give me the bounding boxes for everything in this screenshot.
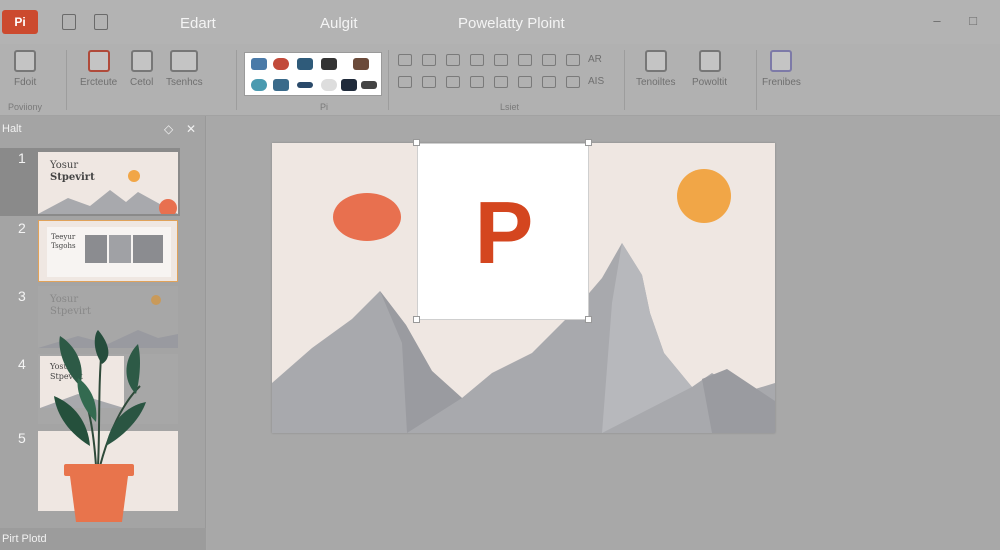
- status-text: Pirt Plotd: [2, 533, 47, 545]
- fill-icon[interactable]: [422, 76, 436, 88]
- group-label-3: Lsiet: [500, 102, 520, 112]
- trenches-button[interactable]: Tsenhcs: [166, 50, 203, 88]
- plant-illustration: [54, 330, 146, 522]
- resize-handle-bottom-left[interactable]: [413, 316, 420, 323]
- slide-number: 1: [18, 150, 26, 166]
- text-direction-dropdown[interactable]: AR: [588, 54, 602, 65]
- replace-icon[interactable]: [566, 76, 580, 88]
- resize-handle-top-right[interactable]: [585, 139, 592, 146]
- panel-title: Halt: [2, 123, 22, 135]
- gallery-item[interactable]: [297, 58, 313, 70]
- document-title: Powelatty Ploint: [458, 15, 565, 32]
- templates-button[interactable]: Tenoiltes: [636, 50, 675, 88]
- panel-footer: Pirt Plotd: [0, 528, 206, 550]
- frames-button[interactable]: Frenibes: [762, 50, 801, 88]
- gallery-item[interactable]: [297, 82, 313, 88]
- gallery-item[interactable]: [341, 79, 357, 91]
- edit-button[interactable]: Fdoit: [14, 50, 36, 88]
- selected-logo-image[interactable]: P: [417, 143, 589, 320]
- direction-icon[interactable]: [566, 54, 580, 66]
- ribbon-separator: [624, 50, 625, 110]
- align-right-icon[interactable]: [446, 54, 460, 66]
- thumbnail-title: Teeyur Tsgohs: [51, 233, 76, 250]
- execute-button[interactable]: Ercteute: [80, 50, 117, 88]
- powerpoint-button[interactable]: Powoltit: [692, 50, 727, 88]
- pin-icon[interactable]: ◇: [164, 122, 173, 136]
- ribbon-separator: [756, 50, 757, 110]
- spacing-icon[interactable]: [518, 54, 532, 66]
- group-label-1: Poviiony: [8, 102, 43, 112]
- align-left-icon[interactable]: [398, 54, 412, 66]
- slide-thumbnail-2[interactable]: Teeyur Tsgohs: [38, 220, 178, 282]
- pen-icon[interactable]: [446, 76, 460, 88]
- logo-letter: P: [474, 183, 534, 282]
- thumbnail-title: Yosur Stpevirt: [50, 160, 95, 183]
- title-bar: Pi Edart Aulgit Powelatty Ploint – □: [0, 0, 1000, 44]
- search-icon[interactable]: [542, 76, 556, 88]
- panel-header: Halt ◇ ✕: [0, 116, 206, 142]
- align-center-icon[interactable]: [422, 54, 436, 66]
- close-icon[interactable]: ✕: [186, 122, 196, 136]
- save-icon[interactable]: [62, 14, 76, 30]
- image-icon: [644, 50, 667, 72]
- sun-circle: [677, 169, 731, 223]
- slide-number: 2: [18, 220, 26, 236]
- list-icon[interactable]: [470, 54, 484, 66]
- ribbon-separator: [236, 50, 237, 110]
- table-icon[interactable]: [470, 76, 484, 88]
- ribbon-separator: [388, 50, 389, 110]
- group-label-2: Pi: [320, 102, 329, 112]
- gallery-item[interactable]: [321, 58, 337, 70]
- columns-icon[interactable]: [542, 54, 556, 66]
- undo-icon[interactable]: [94, 14, 108, 30]
- page-icon: [698, 50, 721, 72]
- mountain-shadow: [702, 369, 775, 433]
- style-gallery[interactable]: [244, 52, 382, 96]
- shape-icon[interactable]: [398, 76, 412, 88]
- slide-thumbnail-1[interactable]: Yosur Stpevirt: [38, 152, 178, 214]
- document-icon: [130, 50, 153, 72]
- resize-handle-bottom-right[interactable]: [585, 316, 592, 323]
- pointer-icon: [14, 50, 37, 72]
- gallery-item[interactable]: [273, 58, 289, 70]
- ribbon-separator: [66, 50, 67, 110]
- gallery-item[interactable]: [353, 58, 369, 70]
- resize-handle-top-left[interactable]: [413, 139, 420, 146]
- title-tab-1[interactable]: Edart: [180, 15, 216, 32]
- slide-thumbnail-panel: Halt ◇ ✕ 1 Yosur Stpevirt 2 Teeyur Tsgoh…: [0, 116, 206, 550]
- gallery-item[interactable]: [321, 79, 337, 91]
- arrange-icon[interactable]: [518, 76, 532, 88]
- feather-icon: [770, 50, 793, 72]
- select-dropdown[interactable]: AIS: [588, 76, 604, 87]
- slide-number: 4: [18, 356, 26, 372]
- gallery-item[interactable]: [251, 58, 267, 70]
- lines-icon[interactable]: [494, 76, 508, 88]
- app-logo[interactable]: Pi: [2, 10, 38, 34]
- gallery-item[interactable]: [251, 79, 267, 91]
- slide-icon: [87, 50, 110, 72]
- gallery-item[interactable]: [361, 81, 377, 89]
- layout-icon: [170, 50, 199, 72]
- thumbnail-art: [47, 227, 171, 277]
- slide-number: 3: [18, 288, 26, 304]
- thumbnail-title: Yosur Stpevirt: [50, 294, 91, 317]
- ribbon: Fdoit Ercteute Cetol Tsenhcs AR AIS Teno…: [0, 44, 1000, 116]
- gallery-item[interactable]: [273, 79, 289, 91]
- minimize-button[interactable]: –: [930, 14, 944, 28]
- color-button[interactable]: Cetol: [130, 50, 153, 88]
- orange-oval: [333, 193, 401, 241]
- title-tab-2[interactable]: Aulgit: [320, 15, 358, 32]
- maximize-button[interactable]: □: [966, 14, 980, 28]
- indent-icon[interactable]: [494, 54, 508, 66]
- slide-number: 5: [18, 430, 26, 446]
